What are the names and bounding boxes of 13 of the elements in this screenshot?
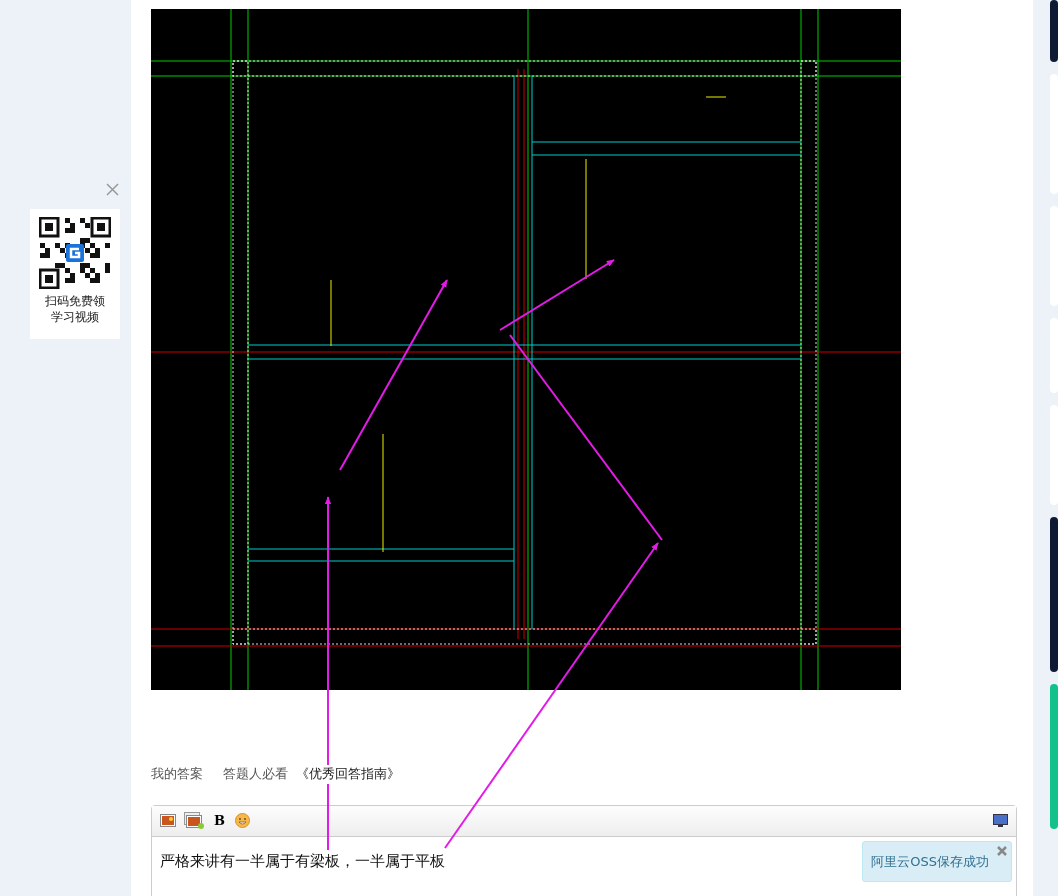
- image-icon[interactable]: [160, 814, 176, 828]
- side-card[interactable]: [1050, 0, 1058, 62]
- answer-editor[interactable]: B 严格来讲有一半属于有梁板，一半属于平板 阿里云OSS保存成功: [151, 804, 1017, 896]
- monitor-icon[interactable]: [993, 813, 1008, 828]
- multi-image-icon[interactable]: [184, 812, 204, 830]
- close-icon[interactable]: [997, 845, 1007, 856]
- qr-caption: 扫码免费领: [44, 293, 106, 309]
- emoji-icon[interactable]: [235, 813, 250, 829]
- notice-text: 阿里云OSS保存成功: [871, 853, 989, 869]
- qr-caption: 学习视频: [50, 309, 100, 325]
- close-icon[interactable]: [106, 183, 119, 196]
- qr-code: [39, 217, 111, 289]
- bold-button[interactable]: B: [212, 811, 227, 831]
